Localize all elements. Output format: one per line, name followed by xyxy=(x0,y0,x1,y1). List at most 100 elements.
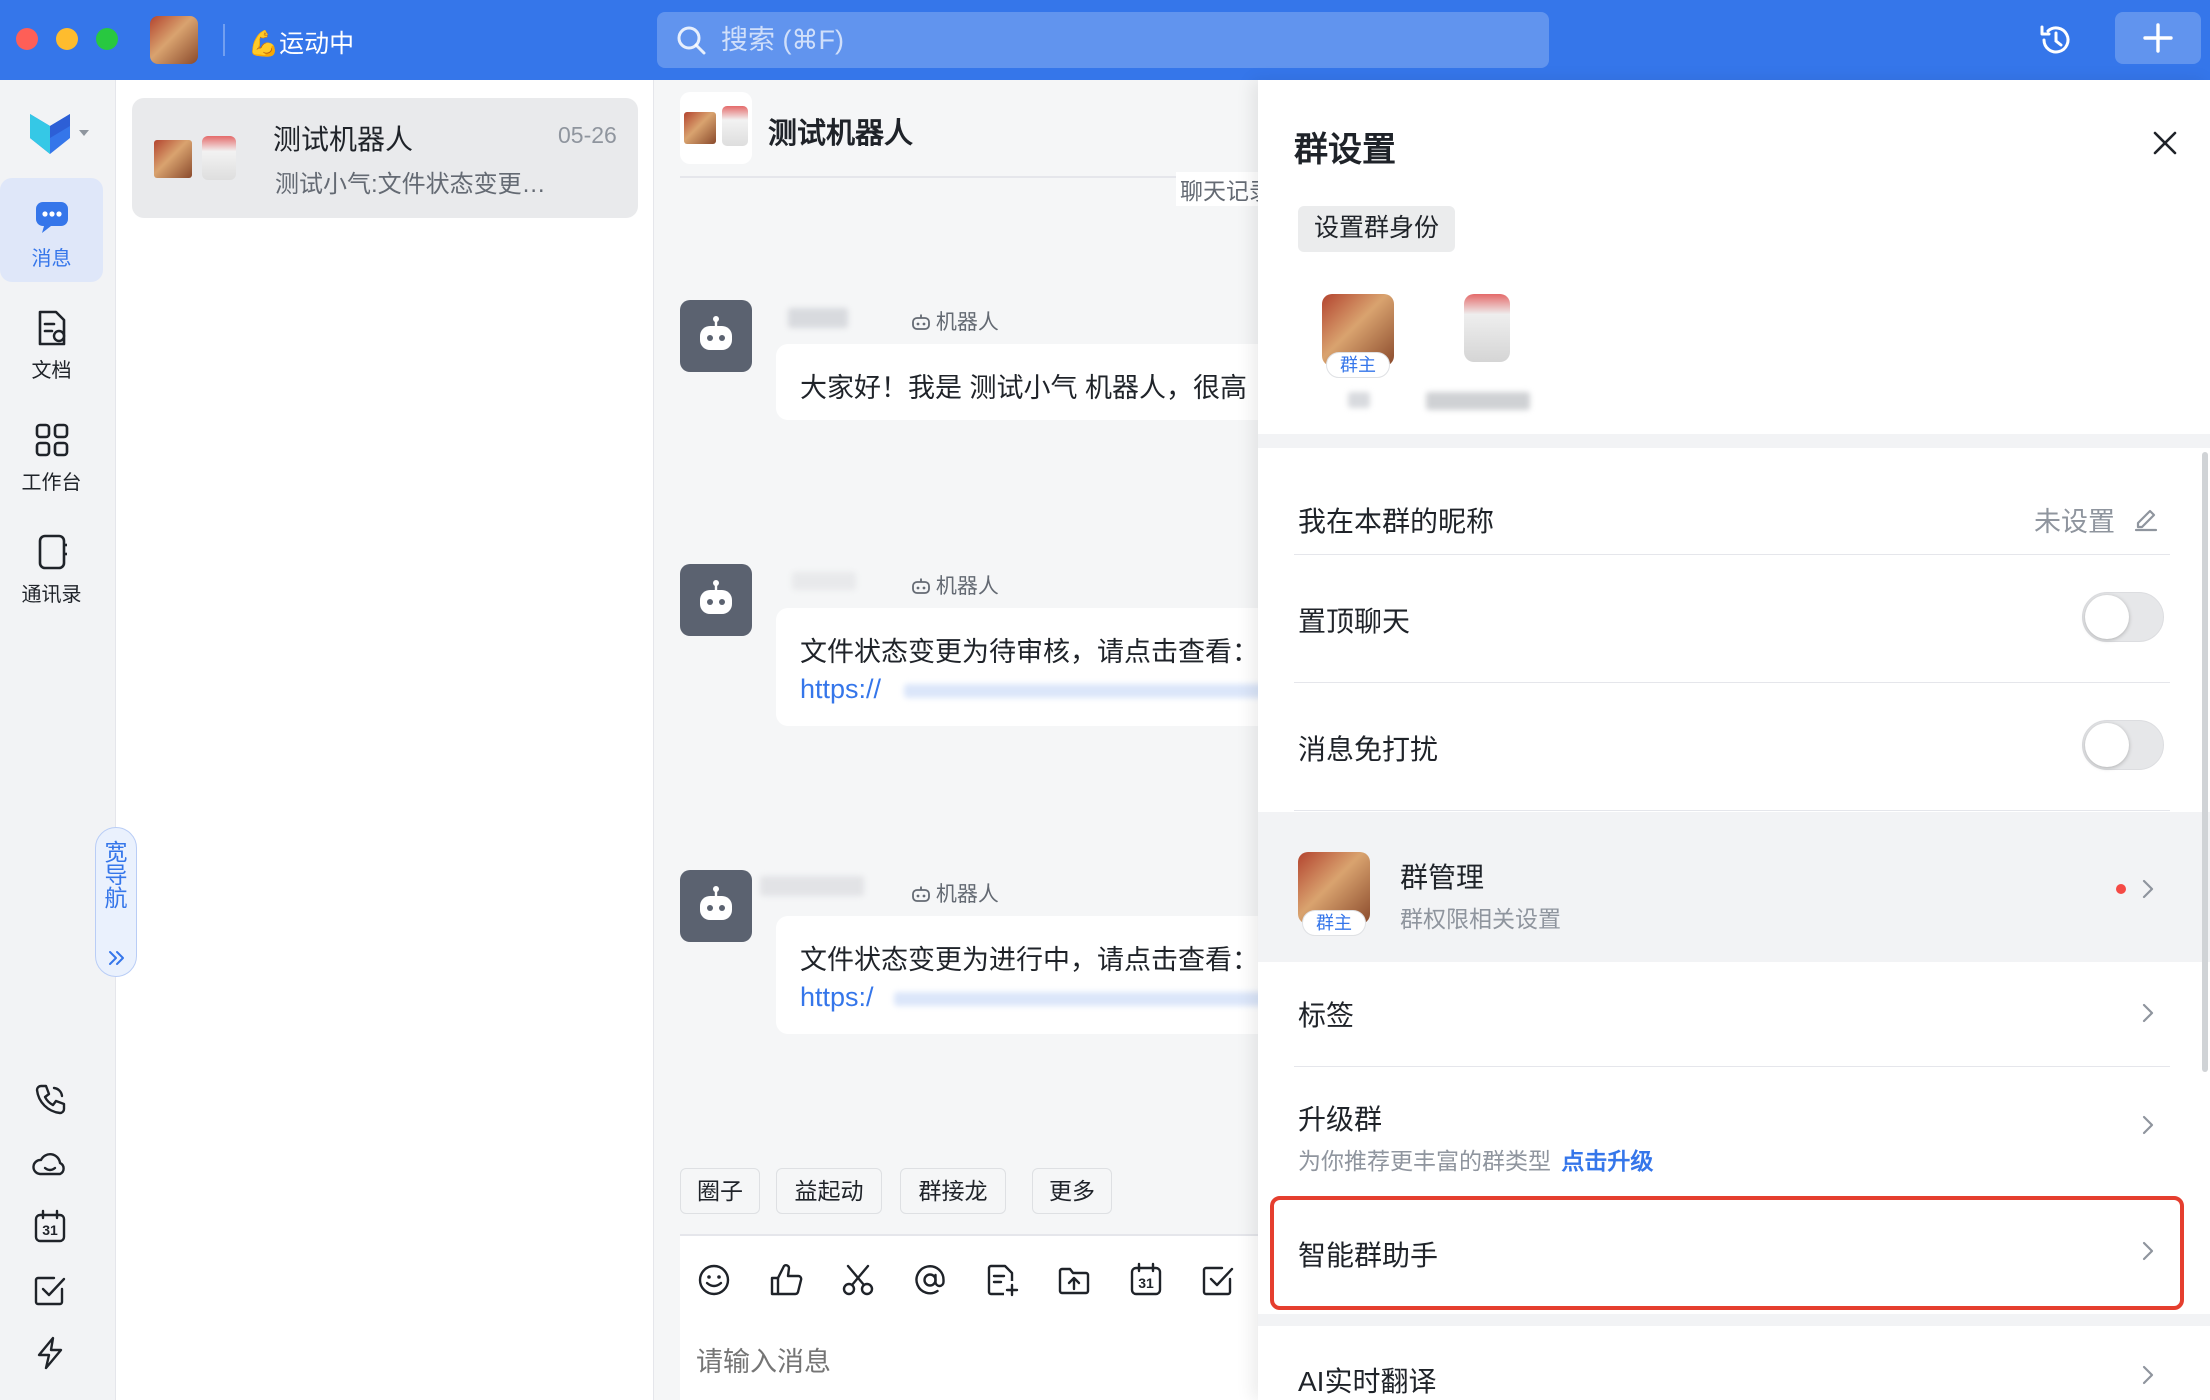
history-icon[interactable] xyxy=(2038,22,2074,58)
chevron-right-icon xyxy=(2142,1115,2154,1135)
add-button[interactable] xyxy=(2115,12,2201,64)
smart-assistant-label: 智能群助手 xyxy=(1298,1240,1439,1271)
upgrade-group-row[interactable]: 升级群 为你推荐更丰富的群类型 点击升级 xyxy=(1258,1066,2210,1192)
bot-avatar[interactable] xyxy=(680,300,752,372)
calendar-nav[interactable]: 31 xyxy=(32,1209,68,1245)
mute-row: 消息免打扰 xyxy=(1258,682,2210,810)
window-zoom-button[interactable] xyxy=(96,28,118,50)
robot-badge-icon xyxy=(912,314,930,330)
message-link[interactable]: https:/ xyxy=(800,982,874,1013)
doc-add-icon[interactable] xyxy=(984,1262,1020,1298)
robot-icon xyxy=(700,886,732,920)
mute-label: 消息免打扰 xyxy=(1298,734,1439,765)
member-avatar-1 xyxy=(154,140,192,178)
mute-toggle[interactable] xyxy=(2082,720,2164,770)
user-avatar[interactable] xyxy=(150,16,198,64)
message-input[interactable] xyxy=(696,1340,1236,1384)
ai-translate-row[interactable]: AI实时翻译 xyxy=(1258,1326,2210,1400)
bot-badge-label: 机器人 xyxy=(935,575,999,598)
chip-yiqidong[interactable]: 益起动 xyxy=(776,1168,882,1214)
workspace-switcher[interactable] xyxy=(26,108,92,160)
group-manage-row[interactable]: 群主 群管理 群权限相关设置 xyxy=(1258,812,2210,962)
chat-avatar-member-1 xyxy=(684,112,716,144)
plus-icon xyxy=(2143,23,2173,53)
message-bubble[interactable]: 文件状态变更为待审核，请点击查看： https:// xyxy=(776,608,1296,726)
member-owner[interactable]: 群主 xyxy=(1322,294,1394,378)
chip-more[interactable]: 更多 xyxy=(1032,1168,1112,1214)
member-name-redacted xyxy=(1426,392,1530,410)
bot-avatar[interactable] xyxy=(680,870,752,942)
upgrade-title: 升级群 xyxy=(1298,1104,1383,1135)
ai-translate-label: AI实时翻译 xyxy=(1298,1366,1437,1397)
conversation-preview: 测试小气:文件状态变更… xyxy=(275,171,546,198)
contacts-icon xyxy=(38,534,67,570)
cloud-icon[interactable] xyxy=(32,1146,68,1182)
chat-avatar-member-2 xyxy=(722,106,748,146)
section-gap xyxy=(1258,434,2210,448)
edit-icon[interactable] xyxy=(2132,504,2160,532)
nav-item-docs[interactable]: 文档 xyxy=(0,290,103,394)
nav-item-contacts[interactable]: 通讯录 xyxy=(0,514,103,618)
window-minimize-button[interactable] xyxy=(56,28,78,50)
folder-upload-icon[interactable] xyxy=(1056,1262,1092,1298)
left-navigation: 消息 文档 工作台 通讯录 宽导航 31 xyxy=(0,80,137,1400)
thumbs-up-icon[interactable] xyxy=(768,1262,804,1298)
section-gap xyxy=(1258,1314,2210,1326)
group-avatar xyxy=(154,136,240,180)
sender-name-redacted xyxy=(760,876,864,896)
checkbox-icon[interactable] xyxy=(1200,1262,1236,1298)
pin-chat-toggle[interactable] xyxy=(2082,592,2164,642)
message-link[interactable]: https:// xyxy=(800,674,881,705)
pin-chat-label: 置顶聊天 xyxy=(1298,606,1411,637)
robot-icon xyxy=(700,580,732,614)
lightning-icon[interactable] xyxy=(32,1335,68,1371)
robot-badge-icon xyxy=(912,578,930,594)
chip-group-relay[interactable]: 群接龙 xyxy=(900,1168,1006,1214)
chat-avatar[interactable] xyxy=(680,92,752,164)
chevron-right-icon xyxy=(2142,1241,2154,1261)
phone-icon[interactable] xyxy=(32,1082,68,1118)
owner-badge: 群主 xyxy=(1326,352,1390,378)
upgrade-link[interactable]: 点击升级 xyxy=(1561,1148,1653,1174)
message-bubble[interactable]: 大家好！我是 测试小气 机器人，很高 xyxy=(776,344,1296,420)
task-icon[interactable] xyxy=(32,1272,68,1308)
member-2[interactable] xyxy=(1456,294,1520,370)
message-bubble[interactable]: 文件状态变更为进行中，请点击查看： https:/ xyxy=(776,916,1296,1034)
user-status[interactable]: 💪运动中 xyxy=(248,24,354,60)
tags-row[interactable]: 标签 xyxy=(1258,962,2210,1066)
divider xyxy=(1294,810,2170,811)
member-name-redacted xyxy=(1348,392,1370,408)
upgrade-subtitle: 为你推荐更丰富的群类型 点击升级 xyxy=(1298,1142,1653,1176)
smart-assistant-row[interactable]: 智能群助手 xyxy=(1258,1196,2210,1314)
manage-subtitle: 群权限相关设置 xyxy=(1400,906,1561,932)
bot-avatar[interactable] xyxy=(680,564,752,636)
scissors-icon[interactable] xyxy=(840,1262,876,1298)
chip-circle[interactable]: 圈子 xyxy=(680,1168,760,1214)
calendar-day: 31 xyxy=(1138,1275,1154,1291)
search-bar[interactable] xyxy=(657,12,1549,68)
message-icon xyxy=(36,202,68,233)
notification-dot xyxy=(2116,884,2126,894)
nav-item-messages[interactable]: 消息 xyxy=(0,178,103,282)
composer-calendar[interactable]: 31 xyxy=(1128,1262,1164,1298)
set-identity-button[interactable]: 设置群身份 xyxy=(1298,206,1456,252)
pin-chat-row: 置顶聊天 xyxy=(1258,554,2210,682)
mention-icon[interactable] xyxy=(912,1262,948,1298)
owner-badge: 群主 xyxy=(1302,910,1366,936)
panel-scrollbar[interactable] xyxy=(2202,452,2208,1072)
tags-label: 标签 xyxy=(1298,1000,1355,1031)
emoji-icon[interactable] xyxy=(696,1262,732,1298)
conversation-item[interactable]: 测试机器人 05-26 测试小气:文件状态变更… xyxy=(132,98,638,218)
search-input[interactable] xyxy=(721,12,1521,68)
close-icon[interactable] xyxy=(2150,128,2180,158)
window-close-button[interactable] xyxy=(16,28,38,50)
chat-header-divider xyxy=(680,176,1260,178)
nav-item-workbench[interactable]: 工作台 xyxy=(0,402,103,506)
chevron-right-icon xyxy=(2142,1365,2154,1385)
sender-name-redacted xyxy=(788,308,848,328)
group-settings-panel: 群设置 设置群身份 群主 我在本群的昵称 未设置 置顶聊天 消息免打扰 群主 群… xyxy=(1258,80,2210,1400)
chat-title: 测试机器人 xyxy=(768,118,914,150)
chevron-right-icon xyxy=(2142,1003,2154,1023)
wide-nav-toggle[interactable]: 宽导航 xyxy=(95,827,137,977)
document-icon xyxy=(38,310,66,346)
